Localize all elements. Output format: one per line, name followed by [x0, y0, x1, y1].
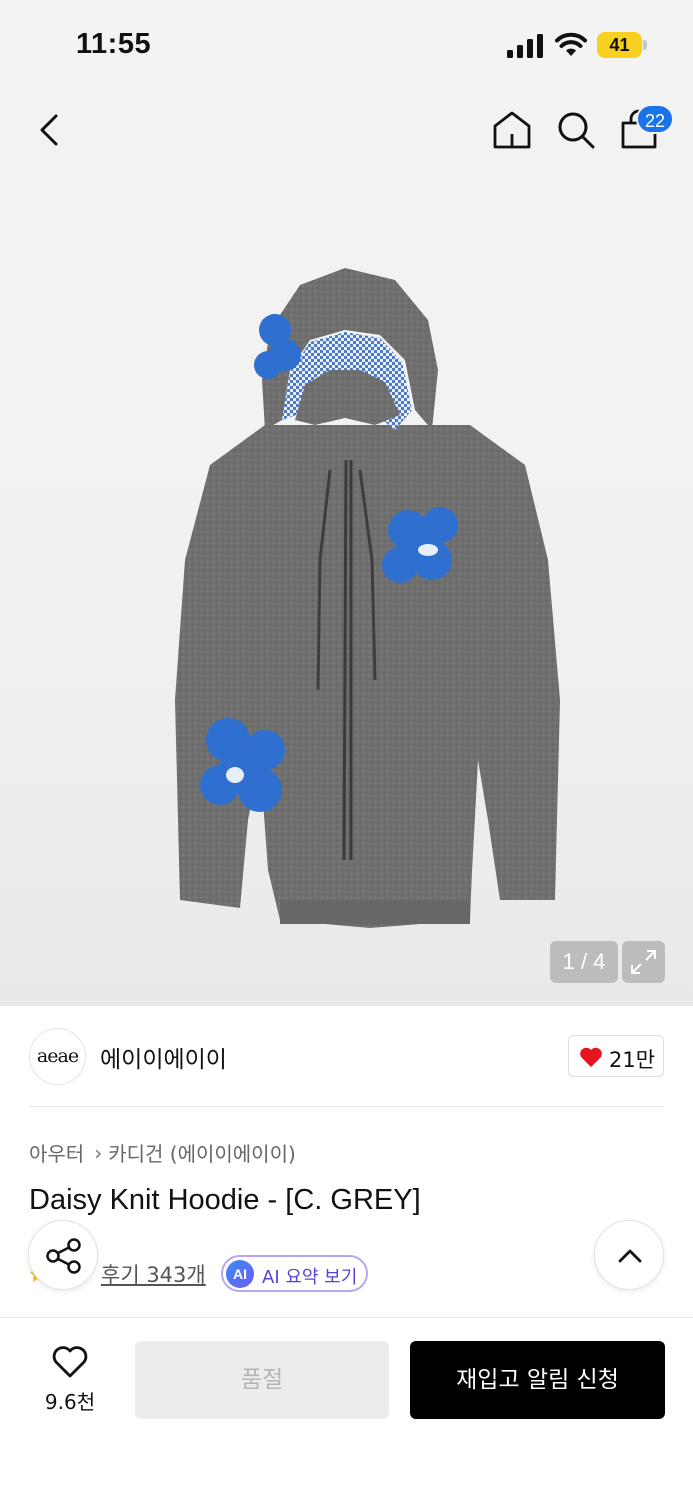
signal-icon — [507, 34, 543, 58]
breadcrumb-item-cardigan[interactable]: 카디건 (에이이에이이) — [108, 1138, 296, 1167]
scroll-top-button[interactable] — [594, 1220, 664, 1290]
status-bar: 11:55 41 — [0, 0, 693, 90]
brand-like-button[interactable]: 21만 — [568, 1035, 664, 1077]
breadcrumb-item-outer[interactable]: 아우터 — [29, 1138, 84, 1167]
home-icon[interactable] — [490, 108, 534, 152]
divider — [29, 1106, 664, 1107]
soldout-button: 품절 — [135, 1341, 389, 1419]
brand-name[interactable]: 에이이에이이 — [100, 1040, 227, 1074]
battery-icon: 41 — [597, 32, 647, 58]
expand-icon — [631, 950, 656, 974]
back-icon[interactable] — [30, 108, 70, 152]
status-time: 11:55 — [76, 28, 152, 60]
breadcrumb: 아우터 › 카디건 (에이이에이이) — [29, 1138, 296, 1167]
chevron-right-icon: › — [94, 1140, 103, 1165]
restock-alert-button[interactable]: 재입고 알림 신청 — [410, 1341, 665, 1419]
expand-button[interactable] — [622, 941, 665, 983]
wishlist-count: 9.6천 — [44, 1390, 96, 1414]
ai-summary-button[interactable]: AI AI 요약 보기 — [221, 1255, 368, 1292]
search-icon[interactable] — [554, 108, 598, 152]
product-image — [175, 268, 560, 928]
wifi-icon — [555, 32, 587, 56]
bottom-action-bar: 9.6천 품절 재입고 알림 신청 — [0, 1317, 693, 1500]
brand-logo[interactable]: aeae — [29, 1028, 86, 1085]
share-icon — [46, 1238, 81, 1274]
product-title: Daisy Knit Hoodie - [C. GREY] — [29, 1184, 421, 1216]
product-gallery[interactable]: 11:55 41 22 1 / 4 — [0, 0, 693, 1006]
heart-filled-icon — [580, 1047, 602, 1067]
chevron-up-icon — [618, 1249, 642, 1263]
heart-outline-icon — [52, 1346, 88, 1378]
battery-level: 41 — [597, 32, 642, 58]
ai-badge-icon: AI — [226, 1260, 254, 1288]
brand-like-count: 21만 — [609, 1048, 656, 1072]
image-counter: 1 / 4 — [550, 941, 618, 983]
wishlist-button[interactable]: 9.6천 — [30, 1344, 110, 1414]
ai-summary-label: AI 요약 보기 — [262, 1267, 358, 1288]
share-button[interactable] — [28, 1220, 98, 1290]
review-link[interactable]: 후기 343개 — [101, 1259, 206, 1289]
cart-count-badge: 22 — [636, 104, 674, 134]
